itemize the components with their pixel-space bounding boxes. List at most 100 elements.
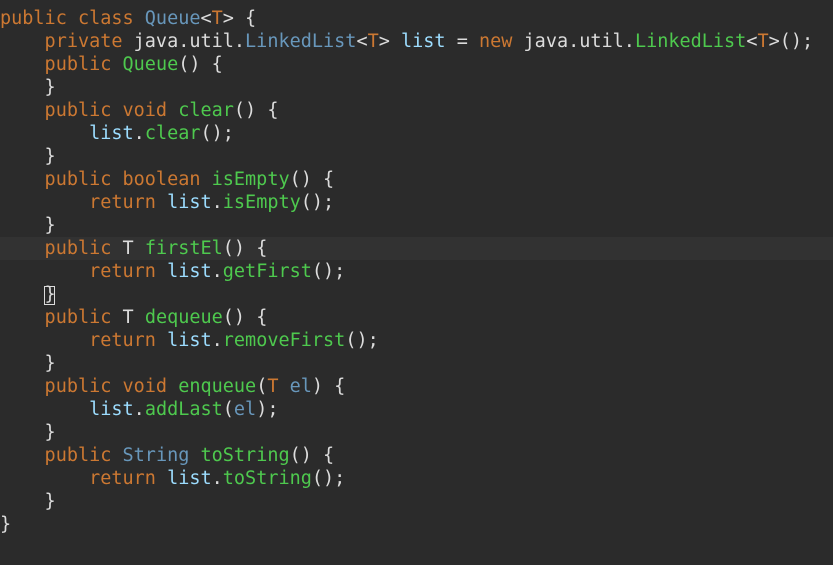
code-token: . [211, 261, 223, 282]
code-token: enqueue [178, 376, 257, 397]
code-line[interactable]: } [0, 421, 833, 444]
code-token: return [0, 261, 168, 282]
code-token: (); [300, 192, 335, 213]
code-token: . [211, 192, 223, 213]
code-line[interactable]: return list.removeFirst(); [0, 329, 833, 352]
code-token: () { [222, 238, 268, 259]
code-token: list [89, 399, 134, 420]
code-token: < [356, 31, 368, 52]
code-token: el [289, 376, 312, 397]
code-line[interactable]: public void clear() { [0, 99, 833, 122]
code-token: T [757, 31, 769, 52]
code-line[interactable]: } [0, 76, 833, 99]
code-token: T [211, 8, 223, 29]
code-token: Queue [122, 54, 179, 75]
code-token: isEmpty [222, 192, 301, 213]
code-token: clear [178, 100, 234, 121]
code-token: > [378, 31, 401, 52]
code-line[interactable]: } [0, 214, 833, 237]
code-line[interactable]: public String toString() { [0, 444, 833, 467]
code-line[interactable]: public Queue() { [0, 53, 833, 76]
code-token: } [0, 422, 56, 443]
code-token: public [0, 307, 123, 328]
code-token: java.util. [133, 31, 246, 52]
code-token: removeFirst [222, 330, 346, 351]
code-token: (); [345, 330, 379, 351]
code-line[interactable]: } [0, 352, 833, 375]
code-token: () { [178, 54, 223, 75]
code-line[interactable]: return list.toString(); [0, 467, 833, 490]
code-token: T [367, 31, 379, 52]
code-token: (); [200, 123, 234, 144]
code-token: return [0, 192, 168, 213]
code-token: } [0, 146, 56, 167]
code-token: (); [311, 261, 346, 282]
code-line[interactable]: public T firstEl() { [0, 237, 833, 260]
code-token: = [445, 31, 479, 52]
code-token: } [0, 514, 12, 535]
code-token: public [0, 54, 123, 75]
code-token: < [746, 31, 758, 52]
code-line[interactable]: return list.isEmpty(); [0, 191, 833, 214]
code-token: . [133, 399, 145, 420]
code-token: LinkedList [245, 31, 357, 52]
code-token: ( [222, 399, 234, 420]
code-line[interactable]: return list.getFirst(); [0, 260, 833, 283]
code-line[interactable]: public void enqueue(T el) { [0, 375, 833, 398]
code-token: () { [233, 100, 279, 121]
code-token: LinkedList [634, 31, 747, 52]
code-token: . [133, 123, 145, 144]
text-cursor [44, 286, 55, 305]
code-token: dequeue [144, 307, 223, 328]
code-token: String [122, 445, 201, 466]
code-token: public [0, 445, 123, 466]
code-token: new [478, 31, 524, 52]
code-line[interactable]: list.clear(); [0, 122, 833, 145]
code-token: toString [200, 445, 290, 466]
code-token: return [0, 330, 168, 351]
code-token: < [200, 8, 212, 29]
code-line[interactable]: } [0, 145, 833, 168]
code-token: list [401, 31, 446, 52]
code-line[interactable]: } [0, 490, 833, 513]
code-token: } [0, 77, 56, 98]
code-token: } [0, 353, 56, 374]
code-line[interactable]: public class Queue<T> { [0, 7, 833, 30]
code-editor[interactable]: public class Queue<T> { private java.uti… [0, 0, 833, 565]
code-token: . [211, 468, 223, 489]
code-line[interactable]: private java.util.LinkedList<T> list = n… [0, 30, 833, 53]
code-token: T [122, 238, 145, 259]
code-token: () { [289, 445, 335, 466]
code-token: list [167, 192, 212, 213]
code-line[interactable]: } [0, 513, 833, 536]
code-token: Queue [144, 8, 201, 29]
code-token: } [0, 491, 56, 512]
code-token: return [0, 468, 168, 489]
code-token: toString [222, 468, 312, 489]
code-token: > { [222, 8, 257, 29]
code-token: ); [256, 399, 279, 420]
code-token: T [122, 307, 145, 328]
code-token: list [167, 261, 212, 282]
code-line[interactable]: public boolean isEmpty() { [0, 168, 833, 191]
code-token: private [0, 31, 134, 52]
code-token: list [167, 468, 212, 489]
code-token: public class [0, 8, 145, 29]
code-token: list [167, 330, 212, 351]
code-token: el [233, 399, 257, 420]
code-token: public void [0, 376, 179, 397]
code-token: public boolean [0, 169, 212, 190]
code-line[interactable]: public T dequeue() { [0, 306, 833, 329]
code-token: () { [289, 169, 335, 190]
code-line[interactable]: list.addLast(el); [0, 398, 833, 421]
code-token: () { [222, 307, 268, 328]
code-token: } [0, 215, 56, 236]
code-token: addLast [144, 399, 223, 420]
code-token: ( [256, 376, 268, 397]
code-token: public [0, 238, 123, 259]
code-line[interactable]: } [0, 283, 833, 306]
code-token: public void [0, 100, 179, 121]
code-token: java.util. [523, 31, 635, 52]
